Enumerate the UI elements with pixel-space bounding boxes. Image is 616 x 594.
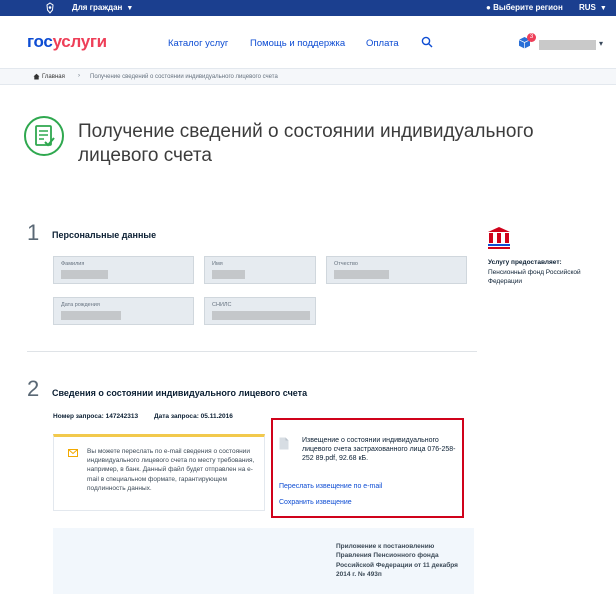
send-by-email-link[interactable]: Переслать извещение по e-mail	[279, 483, 382, 490]
section-divider	[27, 351, 477, 352]
nav-payment[interactable]: Оплата	[366, 38, 399, 49]
redacted-value	[212, 270, 245, 279]
home-icon	[33, 73, 40, 80]
statement-file-box: Извещение о состоянии индивидуального ли…	[271, 418, 464, 518]
redacted-value	[61, 270, 108, 279]
name-field[interactable]: Имя	[204, 256, 316, 284]
breadcrumb-current: Получение сведений о состоянии индивидуа…	[90, 74, 278, 80]
patronymic-field[interactable]: Отчество	[326, 256, 467, 284]
snils-field[interactable]: СНИЛС	[204, 297, 316, 325]
document-preview: Приложение к постановлению Правления Пен…	[53, 528, 474, 594]
step-title-account: Сведения о состоянии индивидуального лиц…	[52, 388, 308, 398]
nav-help[interactable]: Помощь и поддержка	[250, 38, 345, 49]
chevron-down-icon: ▼	[126, 5, 134, 12]
coat-of-arms-icon	[46, 2, 54, 14]
appendix-text: Приложение к постановлению Правления Пен…	[336, 543, 458, 578]
file-icon	[279, 437, 289, 450]
notice-text: Вы можете переслать по e-mail сведения о…	[87, 448, 255, 492]
user-name-redacted[interactable]	[539, 40, 596, 50]
breadcrumb: Главная › Получение сведений о состоянии…	[0, 69, 616, 85]
redacted-value	[334, 270, 389, 279]
surname-field[interactable]: Фамилия	[53, 256, 194, 284]
file-name: Извещение о состоянии индивидуального ли…	[302, 437, 456, 463]
request-date: Дата запроса: 05.11.2016	[154, 413, 233, 420]
envelope-icon	[68, 449, 78, 457]
location-pin-icon: ●	[486, 3, 491, 12]
pension-fund-logo	[486, 226, 512, 250]
request-number: Номер запроса: 147242313	[53, 413, 139, 420]
notification-badge: 3	[527, 33, 536, 42]
redacted-value	[212, 311, 310, 320]
search-icon[interactable]	[421, 36, 433, 48]
language-selector[interactable]: RUS ▼	[579, 3, 607, 12]
top-bar: Для граждан ▼ ● Выберите регион RUS ▼	[0, 0, 616, 16]
birthdate-field[interactable]: Дата рождения	[53, 297, 194, 325]
save-statement-link[interactable]: Сохранить извещение	[279, 499, 352, 506]
page-title: Получение сведений о состоянии индивидуа…	[78, 121, 534, 166]
provider-title: Услугу предоставляет:	[488, 259, 562, 266]
email-notice: Вы можете переслать по e-mail сведения о…	[53, 434, 265, 511]
step-title-personal: Персональные данные	[52, 230, 157, 240]
citizens-menu[interactable]: Для граждан ▼	[72, 3, 133, 12]
breadcrumb-separator: ›	[78, 73, 80, 79]
site-header: госуслуги Каталог услуг Помощь и поддерж…	[0, 16, 616, 69]
step-number-2: 2	[27, 376, 40, 401]
step-number-1: 1	[27, 220, 40, 245]
nav-catalog[interactable]: Каталог услуг	[168, 38, 228, 49]
chevron-down-icon: ▼	[599, 5, 607, 12]
redacted-value	[61, 311, 121, 320]
breadcrumb-home[interactable]: Главная	[42, 74, 65, 80]
document-check-icon	[24, 116, 64, 156]
gosuslugi-logo[interactable]: госуслуги	[27, 32, 107, 52]
region-selector[interactable]: ● Выберите регион	[486, 3, 563, 12]
chevron-down-icon[interactable]: ▾	[599, 39, 603, 48]
provider-name[interactable]: Пенсионный фонд Российской Федерации	[488, 268, 608, 286]
